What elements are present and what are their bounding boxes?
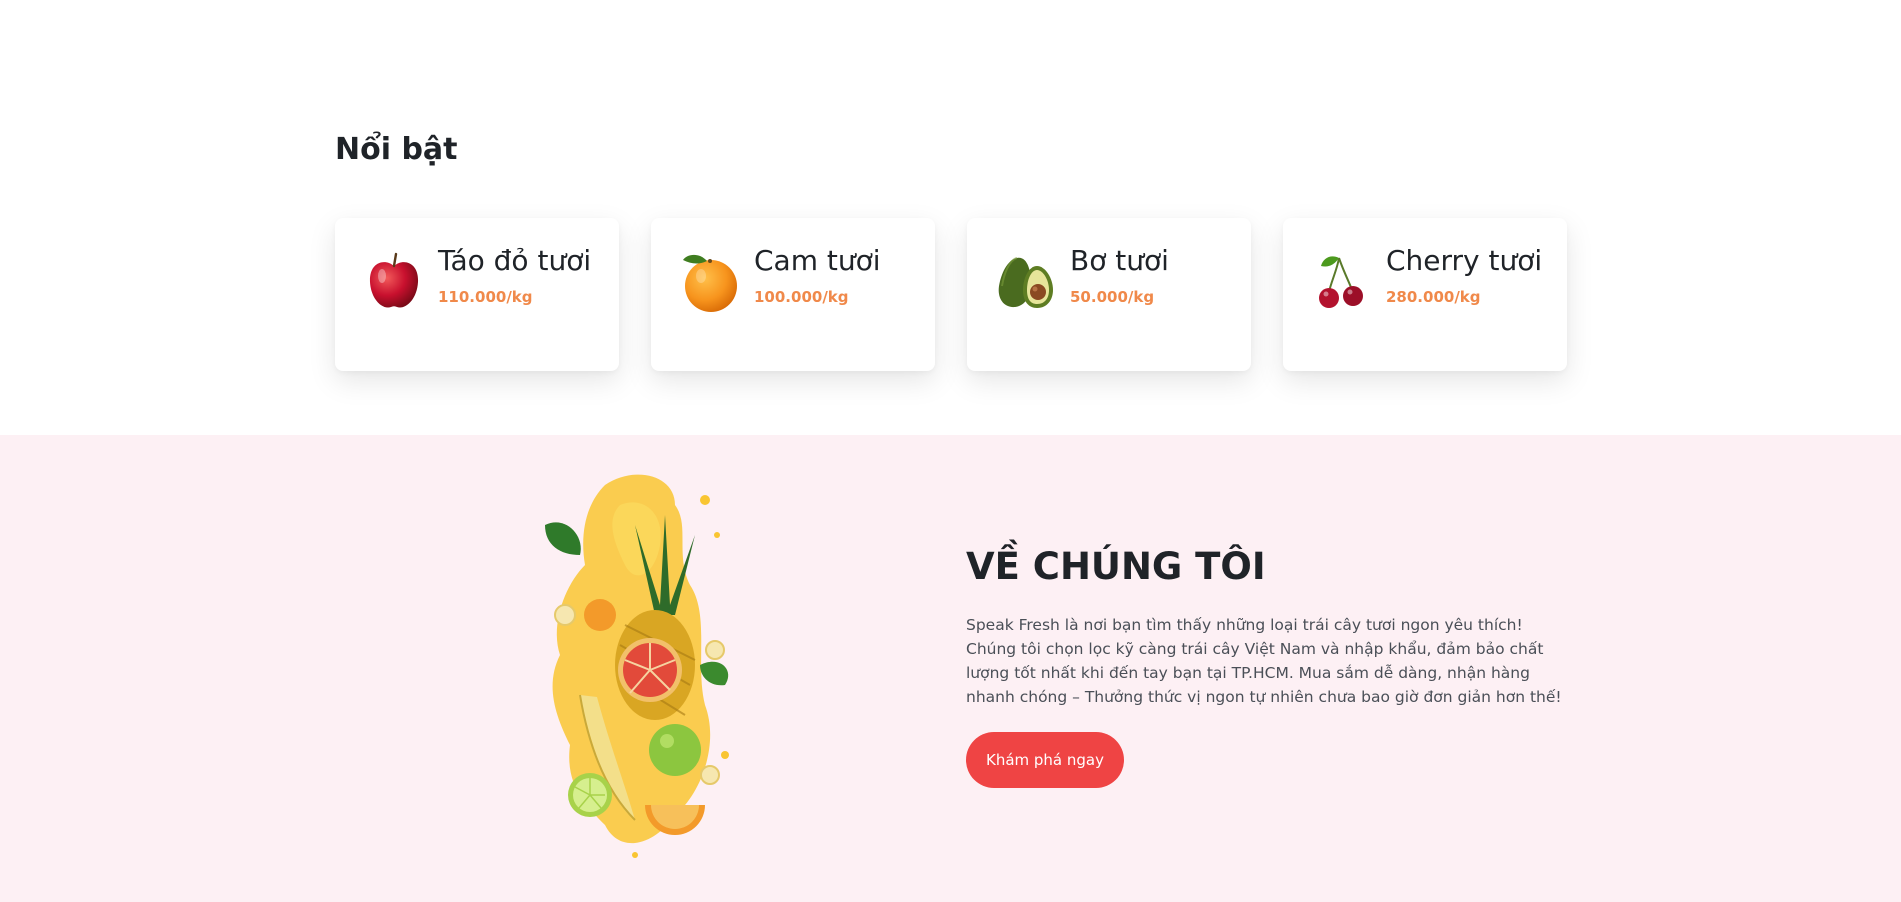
product-card-avocado[interactable]: Bơ tươi 50.000/kg xyxy=(967,218,1251,371)
page: Nổi bật Táo đỏ tươi 110.000/kg Cam tươi … xyxy=(0,0,1901,902)
product-price: 110.000/kg xyxy=(438,288,533,306)
product-card-cherry[interactable]: Cherry tươi 280.000/kg xyxy=(1283,218,1567,371)
about-title: VỀ CHÚNG TÔI xyxy=(966,545,1266,588)
featured-title: Nổi bật xyxy=(335,132,458,167)
product-card-orange[interactable]: Cam tươi 100.000/kg xyxy=(651,218,935,371)
product-name: Bơ tươi xyxy=(1070,244,1169,277)
fruit-juice-splash-image xyxy=(545,474,729,858)
red-apple-icon xyxy=(369,252,419,308)
featured-section: Nổi bật Táo đỏ tươi 110.000/kg Cam tươi … xyxy=(0,0,1901,435)
cherry-icon xyxy=(1319,256,1363,308)
avocado-icon xyxy=(998,257,1053,308)
product-price: 100.000/kg xyxy=(754,288,849,306)
product-name: Táo đỏ tươi xyxy=(438,244,592,277)
explore-now-button[interactable]: Khám phá ngay xyxy=(966,732,1124,788)
about-description: Speak Fresh là nơi bạn tìm thấy những lo… xyxy=(966,616,1562,706)
product-name: Cherry tươi xyxy=(1386,244,1543,277)
product-price: 280.000/kg xyxy=(1386,288,1481,306)
product-card-apple[interactable]: Táo đỏ tươi 110.000/kg xyxy=(335,218,619,371)
product-name: Cam tươi xyxy=(754,244,881,277)
about-section: VỀ CHÚNG TÔI Speak Fresh là nơi bạn tìm … xyxy=(0,435,1901,902)
orange-icon xyxy=(683,254,737,312)
product-price: 50.000/kg xyxy=(1070,288,1155,306)
